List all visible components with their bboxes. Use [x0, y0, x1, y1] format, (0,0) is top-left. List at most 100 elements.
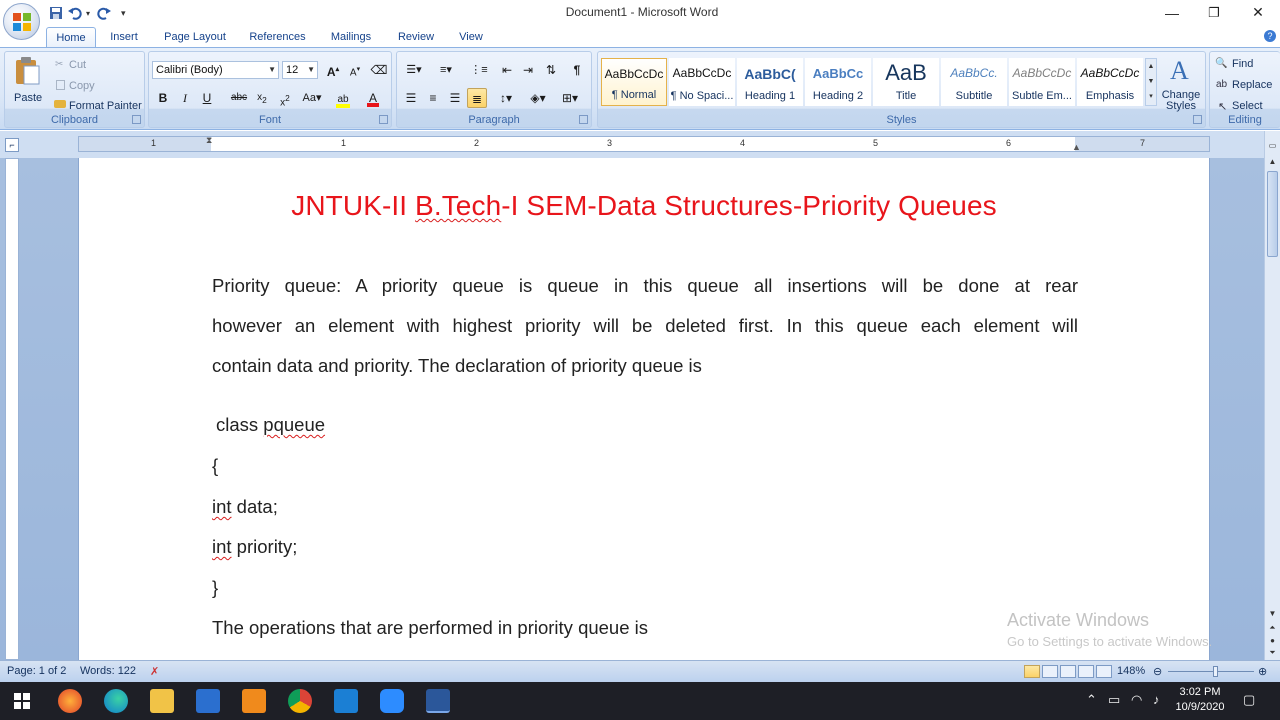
tab-selector-icon[interactable]: ⌐: [5, 138, 19, 152]
word-count[interactable]: Words: 122: [80, 665, 136, 677]
edge-icon[interactable]: [104, 689, 128, 713]
zoom-in-icon[interactable]: ⊕: [1258, 665, 1267, 678]
vertical-scrollbar[interactable]: ▭ ▲ ▼ ⏶ ● ⏷: [1264, 131, 1280, 660]
draft-icon[interactable]: [1096, 665, 1112, 678]
italic-button[interactable]: I: [175, 88, 195, 108]
underline-button[interactable]: U: [197, 88, 217, 108]
proofing-icon[interactable]: ✗: [150, 665, 159, 678]
bold-button[interactable]: B: [153, 88, 173, 108]
borders-icon[interactable]: ⊞▾: [557, 88, 583, 108]
tab-home[interactable]: Home: [46, 27, 96, 47]
print-layout-icon[interactable]: [1024, 665, 1040, 678]
tab-review[interactable]: Review: [394, 27, 438, 47]
multilevel-list-button[interactable]: ⋮≡: [465, 60, 493, 80]
decrease-indent-icon[interactable]: ⇤: [497, 60, 517, 80]
network-icon[interactable]: ▭: [1108, 692, 1120, 708]
mail-icon[interactable]: [334, 689, 358, 713]
horizontal-ruler[interactable]: 1 1 2 3 4 5 6 7 ⧗ ▲: [78, 135, 1210, 152]
store-icon[interactable]: [196, 689, 220, 713]
style-heading-2[interactable]: AaBbCc Heading 2: [805, 58, 871, 106]
firefox-icon[interactable]: [58, 689, 82, 713]
line-spacing-icon[interactable]: ↕▾: [493, 88, 519, 108]
clear-formatting-icon[interactable]: ⌫: [369, 60, 389, 80]
show-hidden-icons-icon[interactable]: ⌃: [1086, 692, 1097, 708]
web-layout-icon[interactable]: [1060, 665, 1076, 678]
zoom-level[interactable]: 148%: [1117, 665, 1145, 677]
full-screen-reading-icon[interactable]: [1042, 665, 1058, 678]
zoom-app-icon[interactable]: [380, 689, 404, 713]
sort-icon[interactable]: ⇅: [541, 60, 561, 80]
style-subtle-emphasis[interactable]: AaBbCcDc Subtle Em...: [1009, 58, 1075, 106]
paste-button[interactable]: Paste: [9, 54, 43, 114]
font-size-combo[interactable]: 12 ▼: [282, 61, 318, 79]
format-painter-button[interactable]: Format Painter: [69, 100, 142, 112]
numbering-button[interactable]: ≡▾: [431, 60, 461, 80]
shrink-font-button[interactable]: A▾: [345, 60, 365, 80]
notifications-icon[interactable]: ▢: [1243, 692, 1255, 708]
restore-button[interactable]: ❐: [1192, 0, 1236, 25]
style-heading-1[interactable]: AaBbC( Heading 1: [737, 58, 803, 106]
tab-view[interactable]: View: [453, 27, 489, 47]
copy-button[interactable]: Copy: [69, 80, 95, 92]
change-styles-button[interactable]: A Change Styles: [1160, 54, 1202, 114]
highlight-color-button[interactable]: ab: [331, 88, 355, 108]
page-count[interactable]: Page: 1 of 2: [7, 665, 66, 677]
file-explorer-icon[interactable]: [150, 689, 174, 713]
ruler-toggle-icon[interactable]: ▭: [1266, 139, 1279, 152]
scrollbar-thumb[interactable]: [1267, 171, 1278, 257]
scroll-up-icon[interactable]: ▲: [1266, 155, 1279, 168]
office-button[interactable]: [3, 3, 40, 40]
indent-marker-icon[interactable]: ⧗: [206, 135, 212, 146]
style-emphasis[interactable]: AaBbCcDc Emphasis: [1077, 58, 1143, 106]
wifi-icon[interactable]: ◠: [1131, 692, 1142, 708]
style-normal[interactable]: AaBbCcDc ¶ Normal: [601, 58, 667, 106]
previous-page-icon[interactable]: ⏶: [1266, 621, 1279, 634]
styles-launcher-icon[interactable]: [1193, 115, 1202, 124]
windows-start-icon[interactable]: [14, 693, 30, 709]
clipboard-launcher-icon[interactable]: [132, 115, 141, 124]
zoom-slider[interactable]: [1168, 666, 1254, 677]
cut-button[interactable]: Cut: [69, 59, 86, 71]
subscript-button[interactable]: x2: [252, 88, 272, 108]
tab-page-layout[interactable]: Page Layout: [160, 27, 230, 47]
font-launcher-icon[interactable]: [379, 115, 388, 124]
align-right-icon[interactable]: ☰: [445, 88, 465, 108]
help-icon[interactable]: ?: [1264, 30, 1276, 42]
paragraph-launcher-icon[interactable]: [579, 115, 588, 124]
show-formatting-icon[interactable]: ¶: [567, 60, 587, 80]
word-app-icon[interactable]: [426, 689, 450, 713]
close-button[interactable]: ✕: [1236, 0, 1280, 25]
align-left-icon[interactable]: ☰: [401, 88, 421, 108]
tab-insert[interactable]: Insert: [104, 27, 144, 47]
align-center-icon[interactable]: ≡: [423, 88, 443, 108]
shading-icon[interactable]: ◈▾: [525, 88, 551, 108]
vertical-ruler[interactable]: [5, 158, 19, 660]
zoom-out-icon[interactable]: ⊖: [1153, 665, 1162, 678]
chrome-icon[interactable]: [288, 689, 312, 713]
grow-font-button[interactable]: A▴: [323, 60, 343, 80]
styles-scroll[interactable]: ▲ ▼ ▾: [1145, 58, 1157, 106]
font-color-button[interactable]: A: [361, 88, 385, 108]
xampp-icon[interactable]: [242, 689, 266, 713]
zoom-slider-thumb[interactable]: [1213, 666, 1218, 677]
justify-icon[interactable]: ≣: [467, 88, 487, 108]
find-button[interactable]: Find: [1232, 58, 1253, 70]
tab-mailings[interactable]: Mailings: [325, 27, 377, 47]
font-name-combo[interactable]: Calibri (Body) ▼: [152, 61, 279, 79]
increase-indent-icon[interactable]: ⇥: [518, 60, 538, 80]
select-button[interactable]: Select: [1232, 100, 1263, 112]
style-no-spacing[interactable]: AaBbCcDc ¶ No Spaci...: [669, 58, 735, 106]
outline-icon[interactable]: [1078, 665, 1094, 678]
superscript-button[interactable]: x2: [275, 88, 295, 108]
style-title[interactable]: AaB Title: [873, 58, 939, 106]
style-subtitle[interactable]: AaBbCc. Subtitle: [941, 58, 1007, 106]
tab-references[interactable]: References: [245, 27, 310, 47]
document-page[interactable]: JNTUK-II B.Tech-I SEM-Data Structures-Pr…: [78, 158, 1211, 668]
bullets-button[interactable]: ☰▾: [401, 60, 427, 80]
strikethrough-button[interactable]: abc: [229, 88, 249, 108]
scroll-down-icon[interactable]: ▼: [1266, 607, 1279, 620]
volume-icon[interactable]: ♪: [1153, 692, 1160, 707]
minimize-button[interactable]: —: [1150, 0, 1194, 25]
replace-button[interactable]: Replace: [1232, 79, 1272, 91]
next-page-icon[interactable]: ⏷: [1266, 646, 1279, 659]
